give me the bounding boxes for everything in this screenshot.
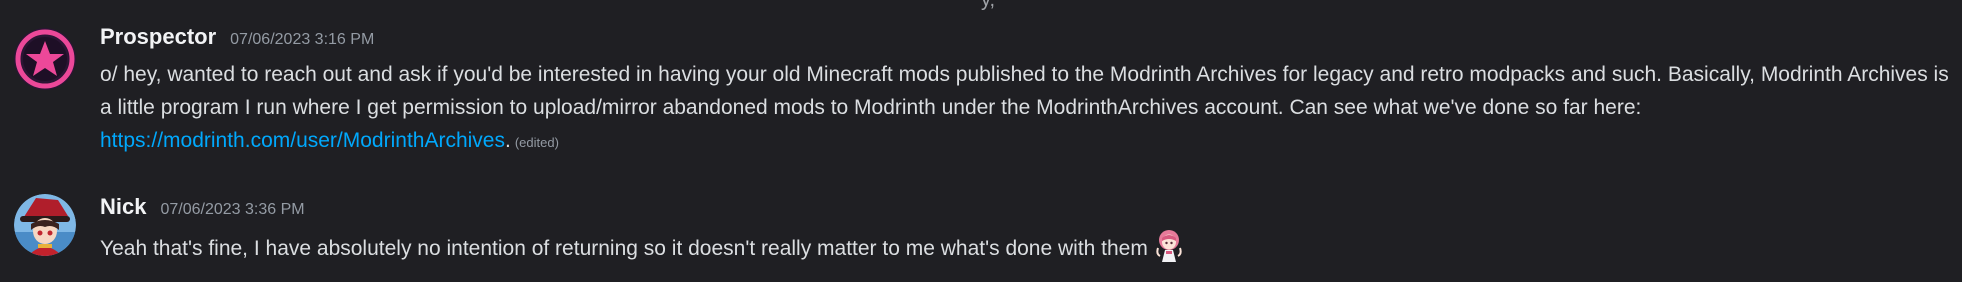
avatar-nick[interactable]	[14, 194, 76, 256]
message-header: Nick 07/06/2023 3:36 PM	[100, 190, 1950, 228]
message-content: Nick 07/06/2023 3:36 PM Yeah that's fine…	[100, 190, 1950, 265]
timestamp[interactable]: 07/06/2023 3:16 PM	[230, 31, 374, 49]
username[interactable]: Nick	[100, 194, 146, 220]
message-content: Prospector 07/06/2023 3:16 PM o/ hey, wa…	[100, 20, 1950, 159]
message-text: o/ hey, wanted to reach out and ask if y…	[100, 63, 1949, 119]
message-text: Yeah that's fine, I have absolutely no i…	[100, 237, 1148, 260]
message-body: o/ hey, wanted to reach out and ask if y…	[100, 58, 1950, 159]
chat-message-list: y, Prospector 07/06/2023 3:16 PM o/ hey,…	[0, 0, 1962, 282]
edited-label: (edited)	[514, 135, 559, 150]
modrinth-star-icon	[14, 28, 76, 90]
timestamp[interactable]: 07/06/2023 3:36 PM	[160, 201, 304, 219]
message-body: Yeah that's fine, I have absolutely no i…	[100, 228, 1950, 265]
archives-link[interactable]: https://modrinth.com/user/ModrinthArchiv…	[100, 129, 505, 152]
anime-character-avatar	[14, 194, 76, 256]
message-text-end: .	[505, 129, 511, 152]
avatar-prospector[interactable]	[14, 28, 76, 90]
message-header: Prospector 07/06/2023 3:16 PM	[100, 20, 1950, 58]
username[interactable]: Prospector	[100, 24, 216, 50]
previous-message-fragment: y,	[981, 0, 996, 11]
anime-girl-emoji-icon[interactable]	[1154, 228, 1184, 262]
